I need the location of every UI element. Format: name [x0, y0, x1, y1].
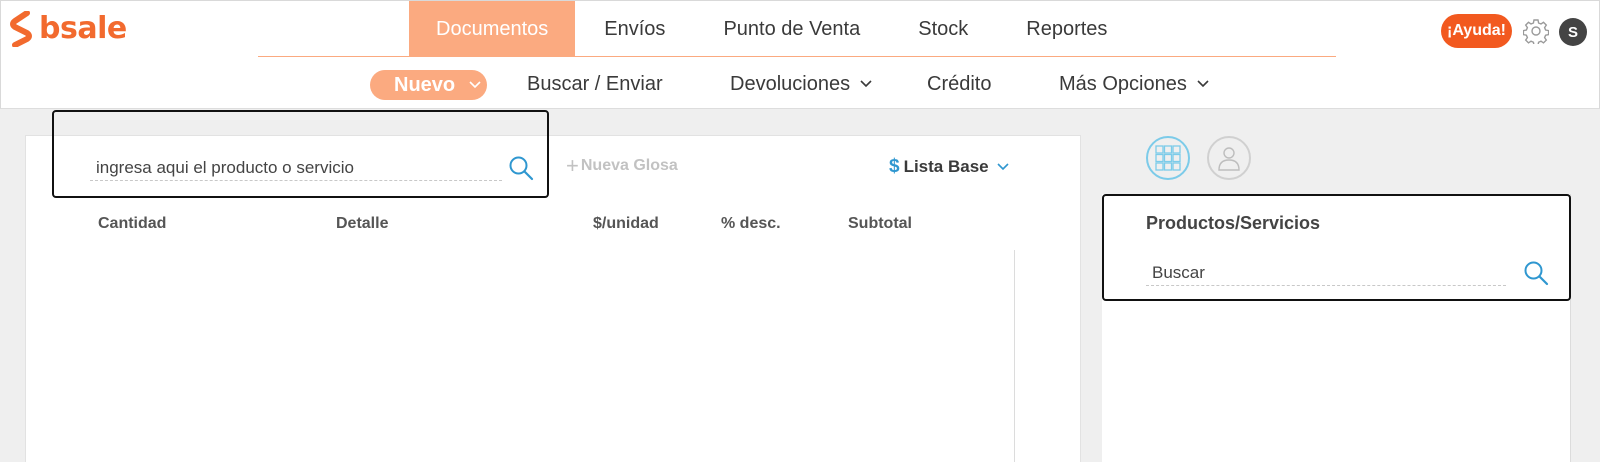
subnav-buscar-enviar[interactable]: Buscar / Enviar: [527, 69, 663, 99]
product-search-input[interactable]: [90, 155, 502, 181]
subnav-nuevo-label: Nuevo: [394, 73, 456, 96]
nav-envios[interactable]: Envíos: [575, 1, 694, 58]
column-subtotal: Subtotal: [848, 215, 912, 232]
subnav-mas-opciones-label: Más Opciones: [1059, 72, 1187, 95]
subnav-devoluciones[interactable]: Devoluciones: [730, 69, 872, 99]
user-avatar[interactable]: S: [1559, 18, 1587, 46]
column-detalle: Detalle: [336, 215, 389, 232]
subnav-devoluciones-label: Devoluciones: [730, 72, 851, 95]
price-list-selector[interactable]: $ Lista Base: [889, 156, 1009, 178]
grid-icon: [1155, 145, 1181, 171]
column-cantidad: Cantidad: [98, 215, 167, 232]
products-title: Productos/Servicios: [1146, 213, 1321, 233]
column-descuento: % desc.: [721, 215, 781, 232]
subnav-nuevo[interactable]: Nuevo: [370, 70, 487, 100]
products-search-input[interactable]: [1146, 260, 1506, 286]
nav-reportes[interactable]: Reportes: [997, 1, 1136, 58]
help-button[interactable]: ¡Ayuda!: [1441, 14, 1512, 48]
price-list-label: Lista Base: [903, 157, 989, 176]
user-icon: [1218, 147, 1240, 171]
nav-punto-de-venta[interactable]: Punto de Venta: [694, 1, 889, 58]
chevron-down-icon: [860, 80, 872, 88]
sub-nav: Nuevo Buscar / Enviar Devoluciones Crédi…: [0, 57, 1600, 109]
new-gloss-button[interactable]: + Nueva Glosa: [566, 153, 678, 178]
subnav-mas-opciones[interactable]: Más Opciones: [1059, 69, 1209, 99]
subnav-credito[interactable]: Crédito: [927, 69, 991, 99]
top-header: bsale Documentos Envíos Punto de Venta S…: [0, 0, 1600, 58]
grid-view-button[interactable]: [1146, 136, 1190, 180]
search-icon[interactable]: [508, 155, 534, 181]
product-search-highlight: [52, 110, 549, 198]
gear-icon[interactable]: [1523, 18, 1549, 44]
column-divider: [1014, 250, 1015, 462]
chevron-down-icon: [469, 81, 481, 89]
chevron-down-icon: [1197, 80, 1209, 88]
nav-stock[interactable]: Stock: [889, 1, 997, 58]
main-nav: Documentos Envíos Punto de Venta Stock R…: [409, 1, 1136, 58]
chevron-down-icon: [997, 163, 1009, 171]
new-gloss-label: Nueva Glosa: [580, 157, 678, 174]
bsale-logo[interactable]: bsale: [9, 11, 127, 47]
nav-documentos[interactable]: Documentos: [409, 1, 576, 58]
search-icon[interactable]: [1523, 260, 1549, 286]
logo-text: bsale: [39, 11, 127, 46]
dollar-icon: $: [889, 156, 900, 177]
bsale-logo-icon: [10, 11, 32, 47]
plus-icon: +: [566, 153, 579, 178]
column-precio-unidad: $/unidad: [593, 215, 659, 232]
client-view-button[interactable]: [1207, 136, 1251, 180]
